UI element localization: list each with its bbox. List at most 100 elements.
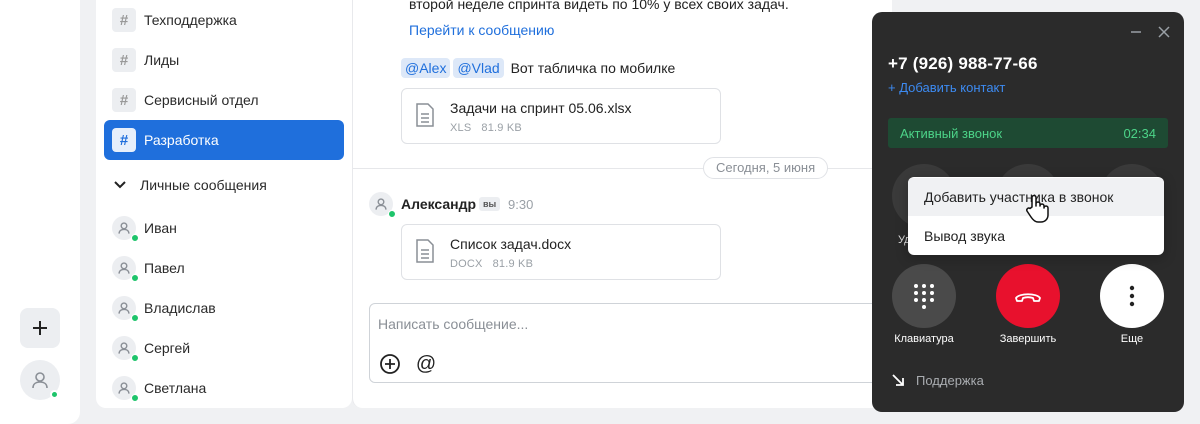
file-meta: XLS 81.9 KB: [450, 122, 532, 134]
document-icon: [416, 103, 434, 127]
contact-item-ivan[interactable]: Иван: [104, 208, 344, 248]
contact-item-vladislav[interactable]: Владислав: [104, 288, 344, 328]
chat-panel: второй неделе спринта видеть по 10% у вс…: [352, 0, 909, 408]
online-status-dot: [131, 274, 139, 282]
minimize-icon: [1131, 31, 1141, 33]
file-meta: DOCX 81.9 KB: [450, 258, 543, 270]
channel-list: # Техподдержка # Лиды # Сервисный отдел …: [96, 0, 352, 408]
channel-label: Разработка: [144, 132, 219, 148]
minimize-button[interactable]: [1128, 24, 1144, 40]
contact-name: Сергей: [144, 340, 191, 356]
contact-avatar: [112, 216, 139, 242]
call-status-bar: Активный звонок 02:34: [888, 118, 1168, 148]
hand-cursor-icon: [1026, 194, 1049, 223]
channel-label: Лиды: [144, 52, 180, 68]
user-icon: [32, 372, 48, 389]
mention-alex[interactable]: @Alex: [401, 58, 451, 78]
file-type: XLS: [450, 122, 472, 134]
more-vertical-icon: [1129, 285, 1135, 307]
contact-name: Иван: [144, 220, 177, 236]
file-type: DOCX: [450, 258, 483, 270]
channel-item-leads[interactable]: # Лиды: [104, 40, 344, 80]
message-with-mentions: @Alex @Vlad Вот табличка по мобилке: [401, 58, 675, 78]
close-icon: [1158, 26, 1170, 38]
keypad-icon: [914, 284, 934, 309]
file-name: Список задач.docx: [450, 236, 572, 252]
contact-name: Светлана: [144, 380, 207, 396]
online-status-dot: [388, 210, 396, 218]
file-attachment-docx[interactable]: Список задач.docx DOCX 81.9 KB: [401, 224, 721, 280]
at-sign-icon: @: [415, 352, 437, 375]
channel-item-service[interactable]: # Сервисный отдел: [104, 80, 344, 120]
file-size: 81.9 KB: [481, 122, 522, 134]
file-name: Задачи на спринт 05.06.xlsx: [450, 100, 632, 116]
support-link[interactable]: Поддержка: [890, 372, 984, 388]
contact-item-svetlana[interactable]: Светлана: [104, 368, 344, 408]
channel-label: Сервисный отдел: [144, 92, 259, 108]
contact-avatar: [112, 296, 139, 322]
user-icon: [118, 342, 130, 354]
channel-item-support[interactable]: # Техподдержка: [104, 0, 344, 40]
add-workspace-button[interactable]: [20, 308, 60, 348]
keypad-button[interactable]: [892, 264, 956, 328]
online-status-dot: [131, 234, 139, 242]
contact-avatar: [112, 336, 139, 362]
you-badge: вы: [479, 197, 501, 211]
end-call-label: Завершить: [999, 333, 1057, 345]
online-status-dot: [131, 354, 139, 362]
user-icon: [118, 302, 130, 314]
keypad-label: Клавиатура: [894, 333, 954, 345]
hash-icon: #: [112, 128, 136, 152]
hang-up-icon: [1015, 293, 1041, 302]
message-time: 9:30: [508, 197, 534, 212]
contact-item-pavel[interactable]: Павел: [104, 248, 344, 288]
end-call-button[interactable]: [996, 264, 1060, 328]
close-button[interactable]: [1156, 24, 1172, 40]
app-rail: [0, 0, 80, 424]
hash-icon: #: [112, 48, 136, 72]
message-text: второй неделе спринта видеть по 10% у вс…: [409, 0, 789, 12]
direct-messages-section-toggle[interactable]: Личные сообщения: [112, 172, 267, 198]
channel-label: Техподдержка: [144, 12, 237, 28]
user-icon: [375, 198, 387, 210]
message-composer: @: [369, 303, 909, 383]
attach-button[interactable]: [378, 352, 402, 376]
document-icon: [416, 239, 434, 263]
contact-name: Павел: [144, 260, 185, 276]
hash-icon: #: [112, 8, 136, 32]
hash-icon: #: [112, 88, 136, 112]
support-label: Поддержка: [916, 372, 984, 388]
user-icon: [118, 222, 130, 234]
message-input[interactable]: [378, 316, 858, 332]
mention-button[interactable]: @: [414, 352, 438, 376]
call-status: Активный звонок: [900, 126, 1003, 141]
channel-item-development[interactable]: # Разработка: [104, 120, 344, 160]
author-avatar[interactable]: [369, 192, 396, 218]
online-status-dot: [131, 394, 139, 402]
call-duration: 02:34: [1123, 126, 1156, 141]
file-attachment-xlsx[interactable]: Задачи на спринт 05.06.xlsx XLS 81.9 KB: [401, 88, 721, 144]
message-text: Вот табличка по мобилке: [510, 60, 676, 76]
message-author[interactable]: Александр: [401, 196, 476, 212]
more-button[interactable]: [1100, 264, 1164, 328]
plus-circle-icon: [380, 354, 400, 374]
file-size: 81.9 KB: [492, 258, 534, 270]
caller-phone: +7 (926) 988-77-66: [888, 54, 1038, 73]
section-label: Личные сообщения: [140, 177, 267, 193]
contact-name: Владислав: [144, 300, 216, 316]
plus-icon: [33, 321, 47, 335]
contact-item-sergey[interactable]: Сергей: [104, 328, 344, 368]
more-label: Еще: [1120, 333, 1144, 345]
add-contact-link[interactable]: + Добавить контакт: [888, 80, 1005, 95]
contact-avatar: [112, 376, 139, 402]
arrow-down-right-icon: [892, 374, 904, 386]
mention-vlad[interactable]: @Vlad: [453, 58, 504, 78]
online-status-dot: [50, 390, 59, 399]
user-avatar[interactable]: [20, 360, 60, 400]
online-status-dot: [131, 314, 139, 322]
contact-avatar: [112, 256, 139, 282]
goto-message-link[interactable]: Перейти к сообщению: [409, 22, 554, 38]
user-icon: [118, 262, 130, 274]
chevron-down-icon: [114, 181, 126, 189]
user-icon: [118, 382, 130, 394]
